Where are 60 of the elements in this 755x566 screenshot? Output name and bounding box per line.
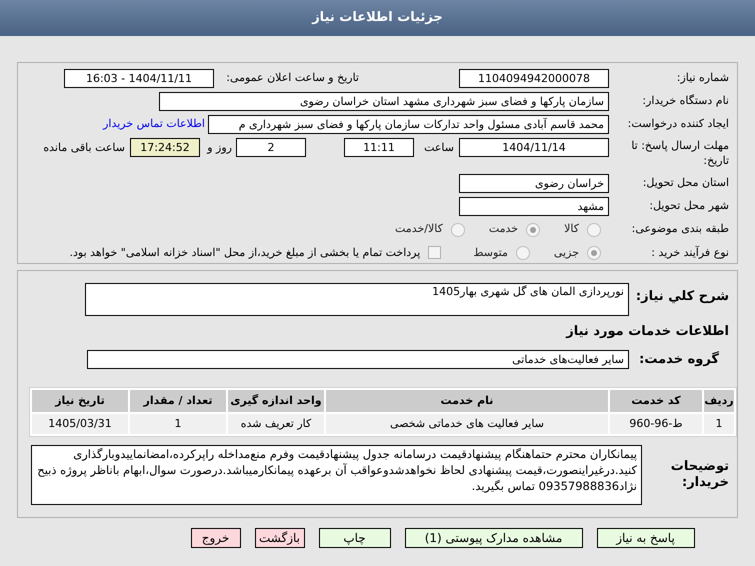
description-textarea[interactable]: نورپردازی المان های گل شهری بهار1405 (85, 283, 629, 316)
table-cell: 1405/03/31 (32, 414, 128, 434)
need-number-field: 1104094942000078 (459, 68, 609, 88)
radio-label: کالا (564, 221, 579, 238)
action-button[interactable]: مشاهده مدارک پیوستی (1) (404, 528, 582, 548)
table-cell: 1 (130, 414, 226, 434)
field-label: گروه خدمت: (638, 350, 720, 368)
column-header: نام خدمت (326, 390, 608, 412)
field-label: نوع فرآیند خرید : (650, 244, 729, 261)
column-header: تاریخ نیاز (32, 390, 128, 412)
action-button[interactable]: چاپ (318, 528, 390, 548)
radio-button[interactable] (587, 222, 601, 237)
action-button[interactable]: خروج (190, 528, 240, 548)
radio-button[interactable] (587, 246, 601, 260)
field-label: ایجاد کننده درخواست: (626, 116, 729, 132)
days-field: 2 (236, 138, 306, 157)
column-header: واحد اندازه گیری (228, 390, 324, 412)
page-title: جزئیات اطلاعات نیاز (312, 9, 443, 28)
remaining-time-field: 17:24:52 (130, 138, 200, 157)
radio-button[interactable] (516, 246, 530, 260)
radio-label: خدمت (488, 221, 518, 238)
field-label: مهلت ارسال پاسخ: تا تاریخ: (630, 138, 729, 168)
table-cell: سایر فعالیت های خدماتی شخصی (326, 414, 608, 434)
field-label: شرح کلي نياز: (634, 288, 729, 306)
table-cell: کار تعریف شده (228, 414, 324, 434)
field-label: شهر محل تحویل: (648, 198, 729, 214)
field-label: تاریخ و ساعت اعلان عمومی: (225, 70, 359, 86)
action-button[interactable]: بازگشت (254, 528, 304, 548)
radio-label: جزیی (554, 244, 579, 261)
deadline-date-field: 1404/11/14 (459, 138, 609, 157)
buyer-notes-textarea[interactable]: پیمانکاران محترم حتماهنگام پیشنهادقیمت درسامانه جدول پیشنهادقیمت وفرم منع‌مداخله راپرکرده،امضانماییدوبارگذاری کنید.درغیراینصورت،قیمت پیشنهادی لحاظ نخواهدشدوعواقب آن برعهده پیمانکارمیباشد.درصورت سوال،ابهام باناظر پروژه ذبیح نژاد09357988836 تماس بگیرید. (31, 445, 642, 505)
field-label: استان محل تحویل: (642, 175, 729, 192)
radio-button[interactable] (526, 222, 540, 237)
requester-field: محمد قاسم آبادی مسئول واحد تدارکات سازمان پارکها و فضای سبز شهرداری م (208, 114, 609, 134)
column-header: ردیف (704, 390, 734, 412)
radio-label: کالا/خدمت (395, 221, 443, 238)
table-cell: ط-96-960 (610, 414, 702, 434)
city-field: مشهد (459, 197, 609, 216)
payment-note: پرداخت تمام یا بخشی از مبلغ خرید،از محل "اسناد خزانه اسلامی" خواهد بود. (70, 244, 420, 261)
field-label: شماره نیاز: (676, 70, 729, 86)
announce-date-field: 1404/11/11 - 16:03 (64, 68, 214, 88)
radio-button[interactable] (450, 222, 465, 237)
field-label: ساعت باقی مانده (43, 140, 125, 156)
buyer-field: سازمان پارکها و فضای سبز شهرداری مشهد استان خراسان رضوی (159, 92, 609, 111)
radio-label: متوسط (473, 244, 508, 261)
service-group-field: سایر فعالیت‌های خدماتی (87, 350, 629, 369)
field-label: نام دستگاه خریدار: (641, 93, 729, 110)
field-label: روز و (206, 140, 232, 156)
field-label: ساعت (423, 140, 454, 156)
table-cell: 1 (704, 414, 734, 434)
column-header: تعداد / مقدار (130, 390, 226, 412)
province-field: خراسان رضوی (459, 174, 609, 193)
section-title: اطلاعات خدمات مورد نیاز (564, 323, 729, 341)
buyer-contact-link[interactable]: اطلاعات تماس خریدار (103, 116, 205, 133)
checkbox[interactable] (428, 246, 442, 260)
deadline-time-field: 11:11 (344, 138, 414, 157)
field-label: طبقه بندی موضوعی: (630, 221, 729, 238)
column-header: کد خدمت (610, 390, 702, 412)
field-label: توضیحات خریدار: (670, 459, 730, 491)
action-button[interactable]: پاسخ به نیاز (596, 528, 694, 548)
